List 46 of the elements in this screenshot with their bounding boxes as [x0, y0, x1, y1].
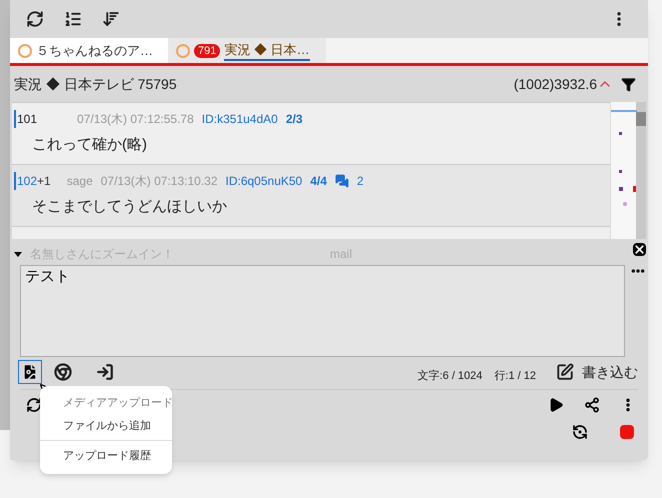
- char-count: 文字:6 / 1024: [418, 368, 482, 384]
- id-count[interactable]: 2/3: [286, 110, 303, 128]
- edit-icon: [556, 363, 574, 381]
- menu-item[interactable]: アップロード履歴: [40, 445, 172, 468]
- post-mail: sage: [66, 173, 93, 190]
- post-number[interactable]: 101: [14, 110, 38, 128]
- menu-header: メディアアップロード: [62, 396, 172, 411]
- unread-badge: 791: [194, 44, 220, 58]
- login-icon[interactable]: [96, 363, 114, 381]
- post-number[interactable]: 102: [14, 172, 38, 190]
- refresh-icon[interactable]: [26, 397, 42, 413]
- thread-title: 実況 ◆ 日本テレビ 75795: [14, 74, 177, 94]
- thread-tab[interactable]: 791 実況 ◆ 日本…: [168, 38, 326, 63]
- post-body: そこまでしてうどんほしいか: [31, 197, 228, 217]
- board-icon: [176, 44, 190, 58]
- close-icon[interactable]: [633, 243, 646, 256]
- sync-icon[interactable]: [572, 424, 588, 440]
- post-id[interactable]: ID:k351u4dA0: [202, 110, 278, 128]
- sort-icon[interactable]: [102, 10, 120, 28]
- message-field[interactable]: テスト: [20, 265, 625, 357]
- submit-button[interactable]: 書き込む: [556, 362, 638, 382]
- media-upload-button[interactable]: [18, 360, 42, 384]
- tab-title: 実況 ◆ 日本…: [224, 40, 310, 62]
- tab-title: ５ちゃんねるのア…: [36, 42, 153, 60]
- replies-icon[interactable]: [334, 174, 349, 188]
- replies-count[interactable]: 2: [356, 172, 364, 190]
- id-count[interactable]: 4/4: [310, 172, 327, 190]
- numbered-list-icon[interactable]: [64, 10, 82, 28]
- post-body: これって確か(略): [31, 135, 148, 155]
- filter-icon[interactable]: [621, 76, 636, 92]
- share-icon[interactable]: [584, 397, 600, 413]
- menu-item[interactable]: ファイルから追加: [40, 414, 172, 437]
- line-count: 行:1 / 12: [494, 368, 536, 384]
- board-icon: [18, 44, 32, 58]
- refresh-icon[interactable]: [26, 10, 44, 28]
- thread-stats: (1002)3932.6: [514, 74, 597, 94]
- reply-count: +1: [37, 173, 51, 190]
- play-icon[interactable]: [548, 397, 564, 413]
- post-date: 07/13(木) 07:12:55.78: [77, 111, 194, 128]
- scrollbar[interactable]: [636, 102, 646, 239]
- post-date: 07/13(木) 07:13:10.32: [100, 173, 218, 190]
- expand-icon[interactable]: [14, 252, 22, 256]
- thread-tab[interactable]: ５ちゃんねるのア…: [10, 38, 168, 63]
- stop-icon[interactable]: [620, 425, 634, 439]
- browser-icon[interactable]: [54, 363, 72, 381]
- post-id[interactable]: ID:6q05nuK50: [226, 172, 302, 190]
